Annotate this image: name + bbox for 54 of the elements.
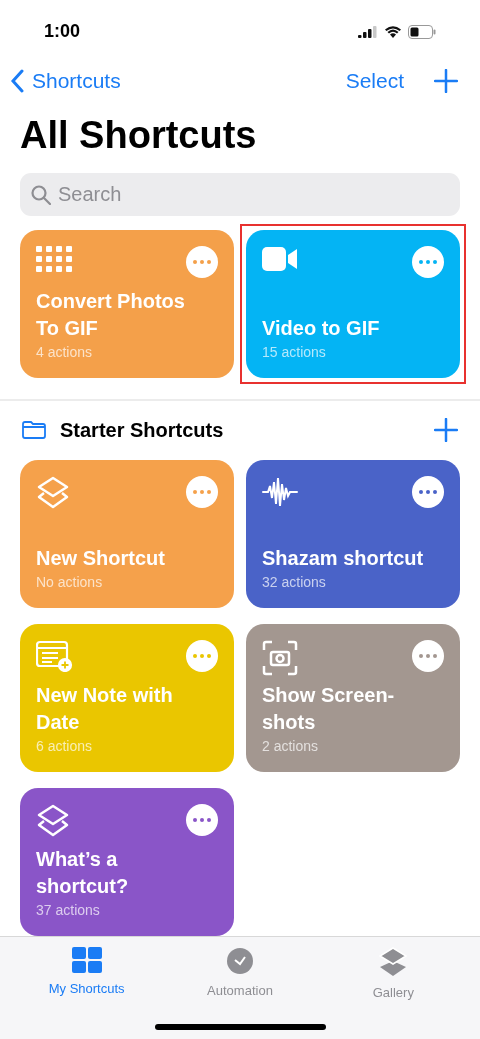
chevron-left-icon bbox=[10, 69, 24, 94]
status-time: 1:00 bbox=[44, 20, 81, 44]
tab-bar-item[interactable]: Gallery bbox=[328, 947, 459, 1003]
search-icon bbox=[31, 185, 51, 206]
tab-bar-item[interactable]: Automation bbox=[175, 947, 305, 1003]
shortcut-card[interactable]: New Shortcut No actions bbox=[20, 460, 234, 608]
battery-icon bbox=[408, 24, 436, 39]
shortcut-card[interactable]: New Note with Date 6 actions bbox=[20, 624, 234, 772]
shortcut-card[interactable]: Video to GIF 15 actions bbox=[246, 230, 460, 379]
video-camera-icon bbox=[262, 246, 298, 273]
shortcut-card[interactable]: Convert Photos To GIF 4 actions bbox=[20, 230, 234, 379]
more-button[interactable] bbox=[186, 804, 218, 836]
action-count: 15 actions bbox=[262, 343, 327, 363]
action-count: 6 actions bbox=[36, 737, 94, 756]
more-button[interactable] bbox=[412, 246, 444, 279]
page-title: All Shortcuts bbox=[19, 113, 258, 159]
shortcut-card[interactable]: Show Screen-shots 2 actions bbox=[246, 624, 460, 772]
add-button[interactable] bbox=[434, 69, 458, 94]
back-button[interactable]: Shortcuts bbox=[10, 65, 121, 97]
camera-viewfinder-icon bbox=[262, 640, 298, 676]
waveform-icon bbox=[262, 476, 298, 508]
plus-icon bbox=[434, 69, 458, 94]
action-count: No actions bbox=[36, 573, 104, 592]
action-count: 37 actions bbox=[36, 901, 101, 920]
more-button[interactable] bbox=[412, 640, 444, 672]
folder-title: Starter Shortcuts bbox=[60, 418, 224, 444]
shortcut-title: Convert Photos To GIF bbox=[36, 289, 186, 342]
shortcut-title: Show Screen-shots bbox=[262, 683, 396, 735]
shortcut-title: New Note with Date bbox=[36, 683, 174, 735]
action-count: 4 actions bbox=[36, 343, 94, 363]
layers-icon bbox=[36, 804, 70, 838]
plus-icon bbox=[434, 418, 458, 443]
signal-icon bbox=[358, 25, 378, 39]
tab-bar-item[interactable]: My Shortcuts bbox=[21, 947, 152, 1003]
shortcut-card[interactable]: What’s a shortcut? 37 actions bbox=[20, 788, 234, 936]
action-count: 32 actions bbox=[262, 573, 327, 592]
wifi-icon bbox=[384, 25, 402, 39]
more-button[interactable] bbox=[412, 476, 444, 508]
shortcut-title: What’s a shortcut? bbox=[36, 847, 130, 899]
grid-icon bbox=[36, 246, 74, 275]
grid-icon bbox=[71, 947, 102, 973]
action-count: 2 actions bbox=[262, 737, 320, 756]
shortcut-title: New Shortcut bbox=[36, 546, 166, 571]
search-field[interactable]: Search bbox=[20, 173, 460, 217]
add-button[interactable] bbox=[434, 418, 458, 443]
shortcut-card[interactable]: Shazam shortcut 32 actions bbox=[246, 460, 460, 608]
shortcut-title: Shazam shortcut bbox=[262, 546, 425, 571]
clock-check-icon bbox=[226, 947, 254, 975]
folder-icon bbox=[22, 421, 46, 440]
shortcut-title: Video to GIF bbox=[262, 316, 381, 342]
select-button[interactable]: Select bbox=[345, 65, 404, 97]
layers-icon bbox=[36, 476, 70, 510]
note-add-icon bbox=[36, 640, 74, 672]
layers-icon bbox=[379, 947, 408, 977]
